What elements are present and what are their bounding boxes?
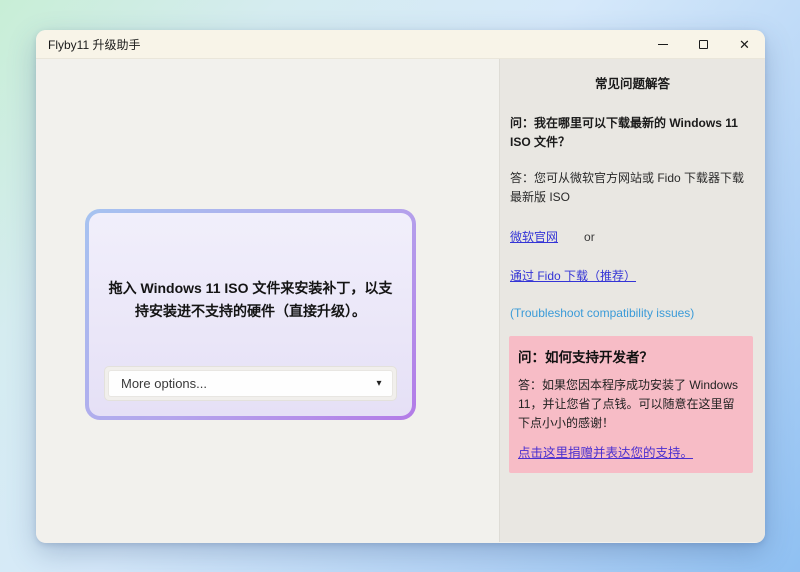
support-developer-box: 问：如何支持开发者？ 答：如果您因本程序成功安装了 Windows 11，并让您… (509, 336, 753, 473)
titlebar[interactable]: Flyby11 升级助手 ✕ (36, 30, 765, 59)
app-window: Flyby11 升级助手 ✕ 拖入 Windows 11 ISO 文件来安装补丁… (36, 30, 765, 543)
download-links-row: 微软官网 or (510, 228, 755, 245)
window-controls: ✕ (642, 30, 765, 58)
window-title: Flyby11 升级助手 (48, 36, 642, 53)
faq-sidebar: 常见问题解答 问：我在哪里可以下载最新的 Windows 11 ISO 文件？ … (499, 59, 765, 542)
faq-download-question: 问：我在哪里可以下载最新的 Windows 11 ISO 文件？ (510, 114, 755, 151)
dropzone-instruction: 拖入 Windows 11 ISO 文件来安装补丁，以支持安装进不支持的硬件（直… (89, 277, 412, 323)
or-text: or (584, 230, 595, 244)
faq-download-answer: 答：您可从微软官方网站或 Fido 下载器下载最新版 ISO (510, 169, 755, 206)
microsoft-website-link[interactable]: 微软官网 (510, 228, 558, 245)
donate-link[interactable]: 点击这里捐赠并表达您的支持。 (518, 445, 693, 460)
more-options-dropdown-frame: More options... ▾ (104, 366, 397, 401)
iso-dropzone[interactable]: 拖入 Windows 11 ISO 文件来安装补丁，以支持安装进不支持的硬件（直… (89, 213, 412, 416)
faq-support-question: 问：如何支持开发者？ (518, 346, 744, 366)
main-panel: 拖入 Windows 11 ISO 文件来安装补丁，以支持安装进不支持的硬件（直… (36, 59, 499, 542)
minimize-button[interactable] (642, 30, 683, 58)
window-content: 拖入 Windows 11 ISO 文件来安装补丁，以支持安装进不支持的硬件（直… (36, 59, 765, 542)
close-button[interactable]: ✕ (724, 30, 765, 58)
more-options-dropdown[interactable]: More options... ▾ (108, 370, 393, 397)
faq-title: 常见问题解答 (510, 73, 755, 92)
fido-download-link[interactable]: 通过 Fido 下载（推荐） (510, 269, 636, 283)
chevron-down-icon: ▾ (366, 378, 392, 389)
maximize-button[interactable] (683, 30, 724, 58)
minimize-icon (658, 44, 668, 45)
fido-link-row: 通过 Fido 下载（推荐） (510, 267, 755, 284)
faq-support-answer: 答：如果您因本程序成功安装了 Windows 11，并让您省了点钱。可以随意在这… (518, 376, 744, 432)
close-icon: ✕ (739, 38, 750, 51)
iso-dropzone-border: 拖入 Windows 11 ISO 文件来安装补丁，以支持安装进不支持的硬件（直… (85, 209, 416, 420)
troubleshoot-link[interactable]: (Troubleshoot compatibility issues) (510, 306, 694, 320)
dropdown-selected-value: More options... (109, 376, 366, 391)
maximize-icon (699, 40, 708, 49)
